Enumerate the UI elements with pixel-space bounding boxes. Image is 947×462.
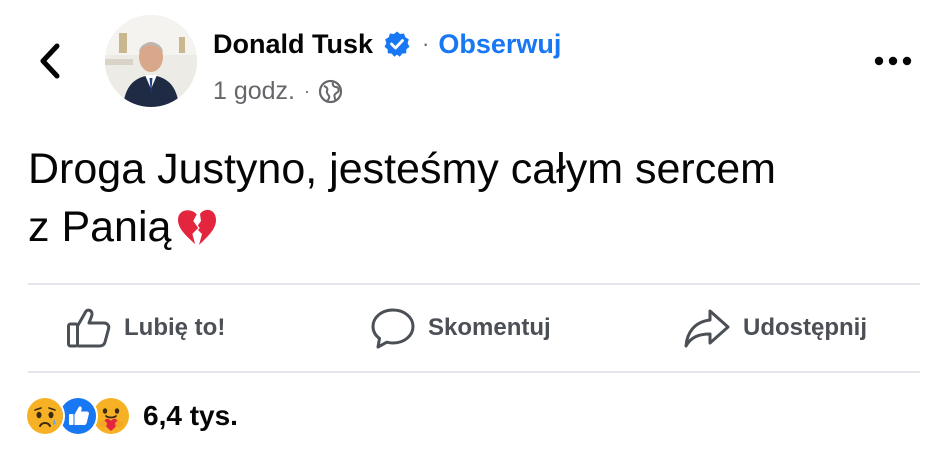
like-label: Lubię to! (124, 314, 226, 341)
share-icon (684, 309, 730, 348)
separator-dot: · (422, 31, 430, 56)
reaction-icons (25, 396, 135, 436)
post-text-line: z Panią (28, 203, 172, 251)
share-label: Udostępnij (743, 314, 867, 341)
post-time[interactable]: 1 godz. (213, 77, 295, 106)
post-meta: 1 godz. · (213, 74, 343, 108)
globe-icon (318, 79, 343, 103)
divider (28, 371, 920, 373)
chevron-left-icon (40, 43, 60, 79)
like-button[interactable]: Lubię to! (66, 300, 225, 356)
reactions-summary[interactable]: 6,4 tys. (25, 393, 238, 439)
author-name[interactable]: Donald Tusk (213, 29, 373, 60)
comment-button[interactable]: Skomentuj (370, 300, 551, 356)
post-text: Droga Justyno, jesteśmy całym sercem z P… (28, 140, 923, 256)
thumbs-up-icon (67, 308, 111, 348)
reaction-count: 6,4 tys. (143, 400, 238, 431)
divider (28, 283, 920, 285)
follow-button[interactable]: Obserwuj (438, 29, 561, 60)
more-options-icon (874, 56, 912, 66)
more-options-button[interactable] (868, 44, 918, 78)
sad-reaction-icon (25, 396, 65, 436)
verified-badge-icon (384, 31, 410, 57)
post-text-line-2: z Panią (28, 198, 923, 256)
separator-dot: · (304, 80, 311, 101)
back-button[interactable] (30, 36, 70, 86)
avatar[interactable] (105, 15, 197, 107)
post-text-line: Droga Justyno, jesteśmy całym sercem (28, 145, 776, 193)
share-button[interactable]: Udostępnij (683, 300, 867, 356)
comment-icon (371, 308, 415, 349)
facebook-post: Donald Tusk · Obserwuj 1 godz. · Droga J… (0, 0, 947, 462)
avatar-photo (105, 15, 197, 107)
comment-label: Skomentuj (428, 314, 551, 341)
broken-heart-emoji (178, 209, 217, 246)
author-row: Donald Tusk · Obserwuj (213, 24, 561, 64)
